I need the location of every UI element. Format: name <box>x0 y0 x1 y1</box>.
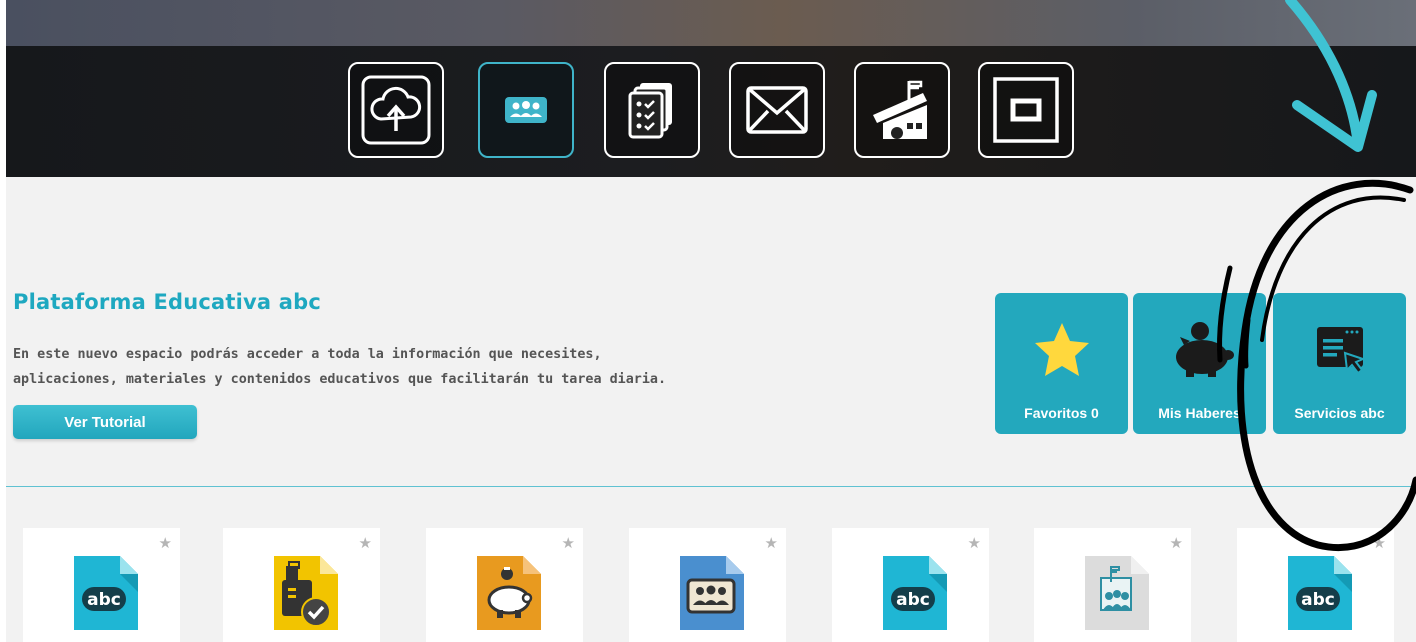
app-card[interactable]: ★ <box>1034 528 1191 642</box>
abc-doc-icon: abc <box>883 556 947 630</box>
piggy-bank-doc-icon <box>477 556 541 630</box>
school-icon <box>873 80 927 139</box>
abc-doc-icon: abc <box>74 556 138 630</box>
svg-text:abc: abc <box>896 590 930 610</box>
nav-cloud-upload-button[interactable] <box>348 62 444 158</box>
app-card[interactable]: ★ abc <box>832 528 989 642</box>
cloud-upload-icon <box>361 75 431 145</box>
people-card-icon <box>505 97 547 123</box>
app-card[interactable]: ★ <box>223 528 380 642</box>
tile-mis-haberes-label: Mis Haberes <box>1158 405 1241 421</box>
browser-window-icon <box>1273 315 1406 385</box>
checklist-icon <box>628 83 672 139</box>
people-card-doc-icon <box>680 556 744 630</box>
mail-icon <box>746 86 808 134</box>
favorite-star-icon[interactable]: ★ <box>1373 534 1386 552</box>
app-card[interactable]: ★ <box>629 528 786 642</box>
favorite-star-icon[interactable]: ★ <box>359 534 372 552</box>
tile-favoritos[interactable]: Favoritos 0 <box>995 293 1128 434</box>
piggy-bank-icon <box>1133 315 1266 385</box>
favorite-star-icon[interactable]: ★ <box>1170 534 1183 552</box>
description-line-2: aplicaciones, materiales y contenidos ed… <box>13 372 667 387</box>
app-card[interactable]: ★ abc <box>1237 528 1394 642</box>
top-banner <box>6 0 1416 177</box>
page-title: Plataforma Educativa abc <box>13 290 322 314</box>
id-badge-check-icon <box>274 556 338 630</box>
nav-school-button[interactable] <box>854 62 950 158</box>
section-divider <box>6 486 1416 487</box>
tutorial-button[interactable]: Ver Tutorial <box>13 405 197 439</box>
description-line-1: En este nuevo espacio podrás acceder a t… <box>13 347 602 362</box>
svg-text:abc: abc <box>1301 590 1335 610</box>
banner-photo-strip <box>6 0 1416 46</box>
abc-doc-icon: abc <box>1288 556 1352 630</box>
page-description: En este nuevo espacio podrás acceder a t… <box>13 342 713 392</box>
favorite-star-icon[interactable]: ★ <box>765 534 778 552</box>
nav-square-button[interactable] <box>978 62 1074 158</box>
tile-mis-haberes[interactable]: Mis Haberes <box>1133 293 1266 434</box>
nav-mail-button[interactable] <box>729 62 825 158</box>
favorite-star-icon[interactable]: ★ <box>968 534 981 552</box>
svg-text:abc: abc <box>87 590 121 610</box>
app-card[interactable]: ★ abc <box>23 528 180 642</box>
star-icon <box>995 315 1128 385</box>
favorite-star-icon[interactable]: ★ <box>159 534 172 552</box>
nav-people-button[interactable] <box>478 62 574 158</box>
school-people-doc-icon <box>1085 556 1149 630</box>
banner-dark-strip <box>6 46 1416 177</box>
tile-servicios-abc[interactable]: Servicios abc <box>1273 293 1406 434</box>
square-icon <box>993 77 1059 143</box>
app-card[interactable]: ★ <box>426 528 583 642</box>
nav-checklist-button[interactable] <box>604 62 700 158</box>
favorite-star-icon[interactable]: ★ <box>562 534 575 552</box>
main-content: Plataforma Educativa abc En este nuevo e… <box>6 177 1416 642</box>
tile-favoritos-label: Favoritos 0 <box>1024 405 1099 421</box>
tile-servicios-abc-label: Servicios abc <box>1294 405 1385 421</box>
